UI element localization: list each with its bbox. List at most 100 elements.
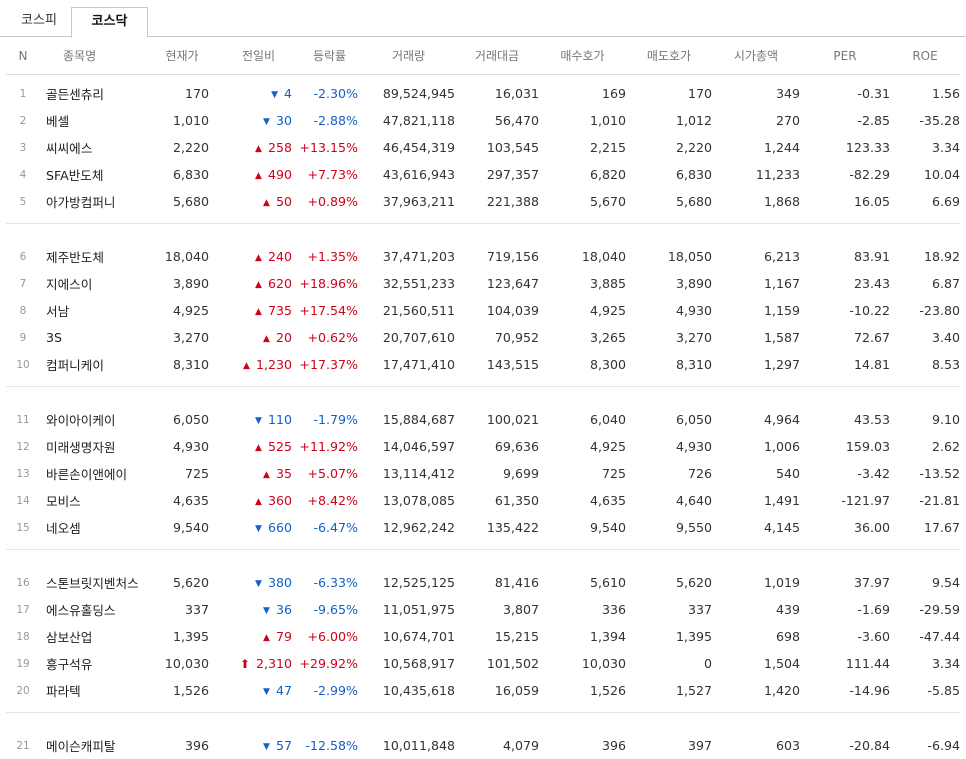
row-number: 7 [19, 277, 27, 290]
table-row[interactable]: 20 파라텍 1,526 ▼ 47 -2.99% 10,435,618 16,059 1,526… [6, 677, 960, 704]
table-header-row: N 종목명 현재가 전일비 등락률 거래량 거래대금 매수호가 매도호가 시가총… [6, 37, 960, 75]
table-row[interactable]: 1 골든센츄리 170 ▼ 4 -2.30% 89,524,945 16,031 169 170 3… [6, 80, 960, 107]
table-row[interactable]: 12 미래생명자원 4,930 ▲ 525 +11.92% 14,046,597 69,636… [6, 433, 960, 460]
stock-name[interactable]: SFA반도체 [40, 161, 144, 188]
stock-name[interactable]: 바른손이앤에이 [40, 460, 144, 487]
triangle-up-icon: ▲ [263, 198, 270, 208]
volume: 17,471,410 [382, 357, 455, 372]
per-value: 72.67 [853, 330, 890, 345]
per-value: 23.43 [853, 276, 890, 291]
market-cap: 1,420 [763, 683, 800, 698]
per-value: 159.03 [845, 439, 890, 454]
triangle-up-icon: ▲ [255, 171, 262, 181]
row-number: 15 [16, 521, 30, 534]
stock-name[interactable]: 씨씨에스 [40, 134, 144, 161]
table-row[interactable]: 3 씨씨에스 2,220 ▲ 258 +13.15% 46,454,319 103,545 2,… [6, 134, 960, 161]
table-row[interactable]: 16 스톤브릿지벤처스 5,620 ▼ 380 -6.33% 12,525,125 81,41… [6, 569, 960, 596]
table-row[interactable]: 9 3S 3,270 ▲ 20 +0.62% 20,707,610 70,952 3,265 3,… [6, 324, 960, 351]
trade-amount: 16,031 [494, 86, 539, 101]
table-row[interactable]: 18 삼보산업 1,395 ▲ 79 +6.00% 10,674,701 15,215 1,39… [6, 623, 960, 650]
table-row[interactable]: 13 바른손이앤에이 725 ▲ 35 +5.07% 13,114,412 9,699 725 7… [6, 460, 960, 487]
stock-name[interactable]: 제주반도체 [40, 243, 144, 270]
stock-name[interactable]: 스톤브릿지벤처스 [40, 569, 144, 596]
stock-name[interactable]: 네오셈 [40, 514, 144, 541]
table-row[interactable]: 14 모비스 4,635 ▲ 360 +8.42% 13,078,085 61,350 4,63… [6, 487, 960, 514]
stock-name[interactable]: 컴퍼니케이 [40, 351, 144, 378]
table-row[interactable]: 21 메이슨캐피탈 396 ▼ 57 -12.58% 10,011,848 4,079 396 3… [6, 732, 960, 759]
trade-amount: 4,079 [502, 738, 539, 753]
divider-cell [6, 704, 960, 713]
bid-price: 6,040 [589, 412, 626, 427]
stock-name[interactable]: 메이슨캐피탈 [40, 732, 144, 759]
table-row[interactable]: 19 흥구석유 10,030 ⬆ 2,310 +29.92% 10,568,917 101,5… [6, 650, 960, 677]
volume: 43,616,943 [382, 167, 455, 182]
stock-name[interactable]: 삼보산업 [40, 623, 144, 650]
volume: 10,568,917 [382, 656, 455, 671]
roe-value: -35.28 [919, 113, 960, 128]
ask-price: 2,220 [675, 140, 712, 155]
table-row[interactable]: 6 제주반도체 18,040 ▲ 240 +1.35% 37,471,203 719,156 1… [6, 243, 960, 270]
bid-price: 9,540 [589, 520, 626, 535]
row-number: 11 [16, 413, 30, 426]
trade-amount: 100,021 [486, 412, 539, 427]
trade-amount: 221,388 [486, 194, 539, 209]
table-row[interactable]: 7 지에스이 3,890 ▲ 620 +18.96% 32,551,233 123,647 3,… [6, 270, 960, 297]
current-price: 725 [184, 466, 209, 481]
trade-amount: 16,059 [494, 683, 539, 698]
row-number: 9 [19, 331, 27, 344]
stock-name[interactable]: 모비스 [40, 487, 144, 514]
table-row[interactable]: 4 SFA반도체 6,830 ▲ 490 +7.73% 43,616,943 297,357 6… [6, 161, 960, 188]
stock-name[interactable]: 아가방컴퍼니 [40, 188, 144, 215]
table-row[interactable]: 17 에스유홀딩스 337 ▼ 36 -9.65% 11,051,975 3,807 336 33… [6, 596, 960, 623]
stock-name[interactable]: 베셀 [40, 107, 144, 134]
tab-kosdaq[interactable]: 코스닥 [71, 7, 148, 38]
change-rate: -2.88% [313, 113, 358, 128]
change-value: 525 [267, 439, 292, 454]
table-row[interactable]: 8 서남 4,925 ▲ 735 +17.54% 21,560,511 104,039 4,92… [6, 297, 960, 324]
change-value: 2,310 [255, 656, 292, 671]
trade-amount: 69,636 [494, 439, 539, 454]
ask-price: 3,270 [675, 330, 712, 345]
trade-amount: 61,350 [494, 493, 539, 508]
triangle-down-icon: ▼ [263, 117, 270, 127]
stock-name[interactable]: 와이아이케이 [40, 406, 144, 433]
trade-amount: 9,699 [502, 466, 539, 481]
stock-name[interactable]: 파라텍 [40, 677, 144, 704]
header-volume: 거래량 [362, 37, 455, 75]
stock-name[interactable]: 지에스이 [40, 270, 144, 297]
change-cell: ▼ 57 [220, 732, 297, 759]
row-number: 8 [19, 304, 27, 317]
triangle-down-icon: ▼ [263, 687, 270, 697]
row-number: 5 [19, 195, 27, 208]
header-n: N [6, 37, 40, 75]
roe-value: -23.80 [919, 303, 960, 318]
stock-name[interactable]: 골든센츄리 [40, 80, 144, 107]
per-value: -10.22 [849, 303, 890, 318]
stock-name[interactable]: 흥구석유 [40, 650, 144, 677]
change-value: 57 [275, 738, 292, 753]
table-row[interactable]: 11 와이아이케이 6,050 ▼ 110 -1.79% 15,884,687 100,021… [6, 406, 960, 433]
group-divider [6, 378, 960, 387]
volume: 21,560,511 [382, 303, 455, 318]
ask-price: 1,395 [675, 629, 712, 644]
table-row[interactable]: 10 컴퍼니케이 8,310 ▲ 1,230 +17.37% 17,471,410 143,5… [6, 351, 960, 378]
market-cap: 603 [775, 738, 800, 753]
stock-name[interactable]: 미래생명자원 [40, 433, 144, 460]
table-row[interactable]: 5 아가방컴퍼니 5,680 ▲ 50 +0.89% 37,963,211 221,388 5,… [6, 188, 960, 215]
row-number: 20 [16, 684, 30, 697]
volume: 12,525,125 [382, 575, 455, 590]
stock-name[interactable]: 에스유홀딩스 [40, 596, 144, 623]
table-row[interactable]: 2 베셀 1,010 ▼ 30 -2.88% 47,821,118 56,470 1,010 1,… [6, 107, 960, 134]
roe-value: 9.10 [931, 412, 960, 427]
ask-price: 0 [703, 656, 712, 671]
stock-name[interactable]: 3S [40, 324, 144, 351]
volume: 13,078,085 [382, 493, 455, 508]
table-row[interactable]: 15 네오셈 9,540 ▼ 660 -6.47% 12,962,242 135,422 9,5… [6, 514, 960, 541]
tab-kospi[interactable]: 코스피 [8, 7, 70, 37]
change-value: 360 [267, 493, 292, 508]
change-value: 258 [267, 140, 292, 155]
per-value: 123.33 [845, 140, 890, 155]
per-value: 16.05 [853, 194, 890, 209]
stock-name[interactable]: 서남 [40, 297, 144, 324]
roe-value: 3.34 [931, 140, 960, 155]
